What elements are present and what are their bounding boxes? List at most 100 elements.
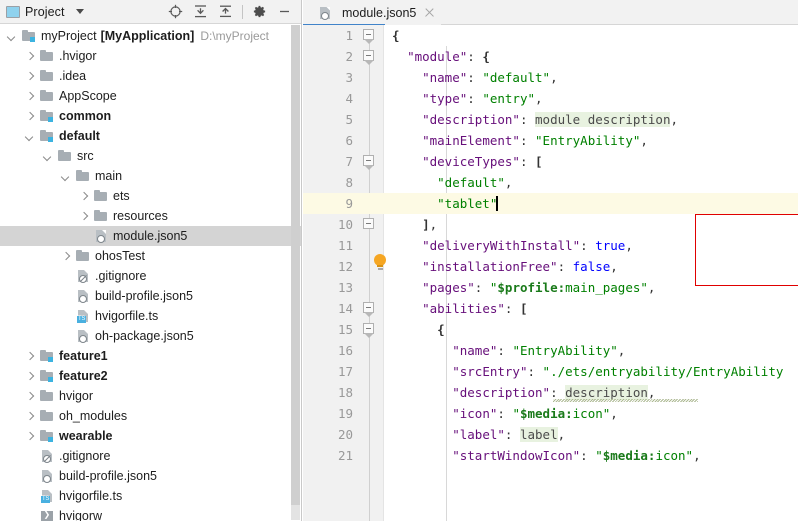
tree-node-feature1[interactable]: feature1 — [0, 346, 301, 366]
tree-node-label: ets — [113, 188, 130, 204]
tree-node-oh-package-json5[interactable]: oh-package.json5 — [0, 326, 301, 346]
fold-collapse-marker[interactable] — [363, 323, 376, 336]
tree-node-build-profile-json5[interactable]: build-profile.json5 — [0, 286, 301, 306]
folder-icon — [93, 188, 109, 204]
tree-node-main[interactable]: main — [0, 166, 301, 186]
code-line[interactable]: 14 "abilities": [ — [303, 298, 798, 319]
tree-node-src[interactable]: src — [0, 146, 301, 166]
fold-collapse-marker[interactable] — [363, 50, 376, 63]
code-line[interactable]: 1{ — [303, 25, 798, 46]
chevron-right-icon[interactable] — [24, 411, 35, 422]
tree-node-hvigorw[interactable]: hvigorw — [0, 506, 301, 521]
tree-node--hvigor[interactable]: .hvigor — [0, 46, 301, 66]
collapse-all-icon[interactable] — [213, 1, 238, 23]
tree-node-common[interactable]: common — [0, 106, 301, 126]
project-file-tree[interactable]: myProject[MyApplication]D:\myProject.hvi… — [0, 24, 301, 521]
tree-node-app-name: [MyApplication] — [101, 28, 195, 44]
tree-node-label: hvigorw — [59, 508, 102, 521]
code-text: "startWindowIcon": "$media:icon", — [392, 445, 701, 466]
json5-file-icon — [75, 328, 91, 344]
tree-node-module-json5[interactable]: module.json5 — [0, 226, 301, 246]
chevron-right-icon[interactable] — [78, 191, 89, 202]
tree-node-hvigor[interactable]: hvigor — [0, 386, 301, 406]
chevron-right-icon[interactable] — [60, 251, 71, 262]
sidebar-scrollbar-track[interactable] — [291, 25, 300, 520]
line-number: 18 — [303, 382, 353, 403]
code-line[interactable]: 18 "description": description, — [303, 382, 798, 403]
tree-node-ohostest[interactable]: ohosTest — [0, 246, 301, 266]
code-line[interactable]: 3 "name": "default", — [303, 67, 798, 88]
fold-collapse-marker[interactable] — [363, 302, 376, 315]
select-opened-file-icon[interactable] — [163, 1, 188, 23]
tree-node--idea[interactable]: .idea — [0, 66, 301, 86]
chevron-right-icon[interactable] — [24, 391, 35, 402]
code-line[interactable]: 6 "mainElement": "EntryAbility", — [303, 130, 798, 151]
tree-node-myproject[interactable]: myProject[MyApplication]D:\myProject — [0, 26, 301, 46]
chevron-right-icon[interactable] — [78, 211, 89, 222]
chevron-down-icon[interactable] — [60, 171, 71, 182]
fold-end-marker[interactable] — [363, 218, 376, 231]
project-panel-header: Project — [0, 0, 301, 24]
line-number: 13 — [303, 277, 353, 298]
chevron-down-icon[interactable] — [76, 9, 84, 14]
chevron-down-icon[interactable] — [6, 31, 17, 42]
tree-indent — [0, 236, 78, 237]
tree-node--gitignore[interactable]: .gitignore — [0, 446, 301, 466]
expand-all-icon[interactable] — [188, 1, 213, 23]
project-title-group[interactable]: Project — [6, 5, 84, 19]
code-line[interactable]: 21 "startWindowIcon": "$media:icon", — [303, 445, 798, 466]
code-line[interactable]: 13 "pages": "$profile:main_pages", — [303, 277, 798, 298]
code-line[interactable]: 17 "srcEntry": "./ets/entryability/Entry… — [303, 361, 798, 382]
tree-node-oh-modules[interactable]: oh_modules — [0, 406, 301, 426]
close-icon[interactable] — [424, 7, 435, 18]
chevron-down-icon[interactable] — [24, 131, 35, 142]
chevron-right-icon[interactable] — [24, 371, 35, 382]
chevron-right-icon[interactable] — [24, 431, 35, 442]
tree-node-hvigorfile-ts[interactable]: TShvigorfile.ts — [0, 306, 301, 326]
tree-no-arrow — [24, 451, 35, 462]
code-text: { — [392, 25, 400, 46]
tree-node-feature2[interactable]: feature2 — [0, 366, 301, 386]
tree-indent — [0, 76, 24, 77]
code-line[interactable]: 9 "tablet" — [303, 193, 798, 214]
code-editor[interactable]: 1{2 "module": {3 "name": "default",4 "ty… — [303, 25, 798, 521]
chevron-right-icon[interactable] — [24, 351, 35, 362]
code-line[interactable]: 10 ], — [303, 214, 798, 235]
code-line[interactable]: 19 "icon": "$media:icon", — [303, 403, 798, 424]
fold-collapse-marker[interactable] — [363, 155, 376, 168]
chevron-right-icon[interactable] — [24, 71, 35, 82]
fold-collapse-marker[interactable] — [363, 29, 376, 42]
tree-node-default[interactable]: default — [0, 126, 301, 146]
tab-module-json5[interactable]: module.json5 — [313, 0, 441, 25]
hide-panel-icon[interactable] — [272, 1, 297, 23]
tree-node-label: default — [59, 128, 100, 144]
tree-node-hvigorfile-ts[interactable]: TShvigorfile.ts — [0, 486, 301, 506]
code-line[interactable]: 15 { — [303, 319, 798, 340]
intention-bulb-icon[interactable] — [373, 254, 387, 271]
tree-node-ets[interactable]: ets — [0, 186, 301, 206]
chevron-down-icon[interactable] — [42, 151, 53, 162]
tree-node--gitignore[interactable]: .gitignore — [0, 266, 301, 286]
code-line[interactable]: 8 "default", — [303, 172, 798, 193]
chevron-right-icon[interactable] — [24, 111, 35, 122]
code-line[interactable]: 11 "deliveryWithInstall": true, — [303, 235, 798, 256]
tree-node-appscope[interactable]: AppScope — [0, 86, 301, 106]
chevron-right-icon[interactable] — [24, 91, 35, 102]
sidebar-scrollbar-thumb[interactable] — [291, 25, 300, 505]
code-text: "description": module description, — [392, 109, 678, 130]
settings-gear-icon[interactable] — [247, 1, 272, 23]
code-line[interactable]: 20 "label": label, — [303, 424, 798, 445]
code-line[interactable]: 5 "description": module description, — [303, 109, 798, 130]
line-number: 10 — [303, 214, 353, 235]
code-line[interactable]: 4 "type": "entry", — [303, 88, 798, 109]
tree-node-resources[interactable]: resources — [0, 206, 301, 226]
code-line[interactable]: 7 "deviceTypes": [ — [303, 151, 798, 172]
code-line[interactable]: 2 "module": { — [303, 46, 798, 67]
code-text: "icon": "$media:icon", — [392, 403, 618, 424]
folder-icon — [75, 168, 91, 184]
tree-node-build-profile-json5[interactable]: build-profile.json5 — [0, 466, 301, 486]
code-line[interactable]: 16 "name": "EntryAbility", — [303, 340, 798, 361]
chevron-right-icon[interactable] — [24, 51, 35, 62]
tree-no-arrow — [60, 311, 71, 322]
tree-node-wearable[interactable]: wearable — [0, 426, 301, 446]
